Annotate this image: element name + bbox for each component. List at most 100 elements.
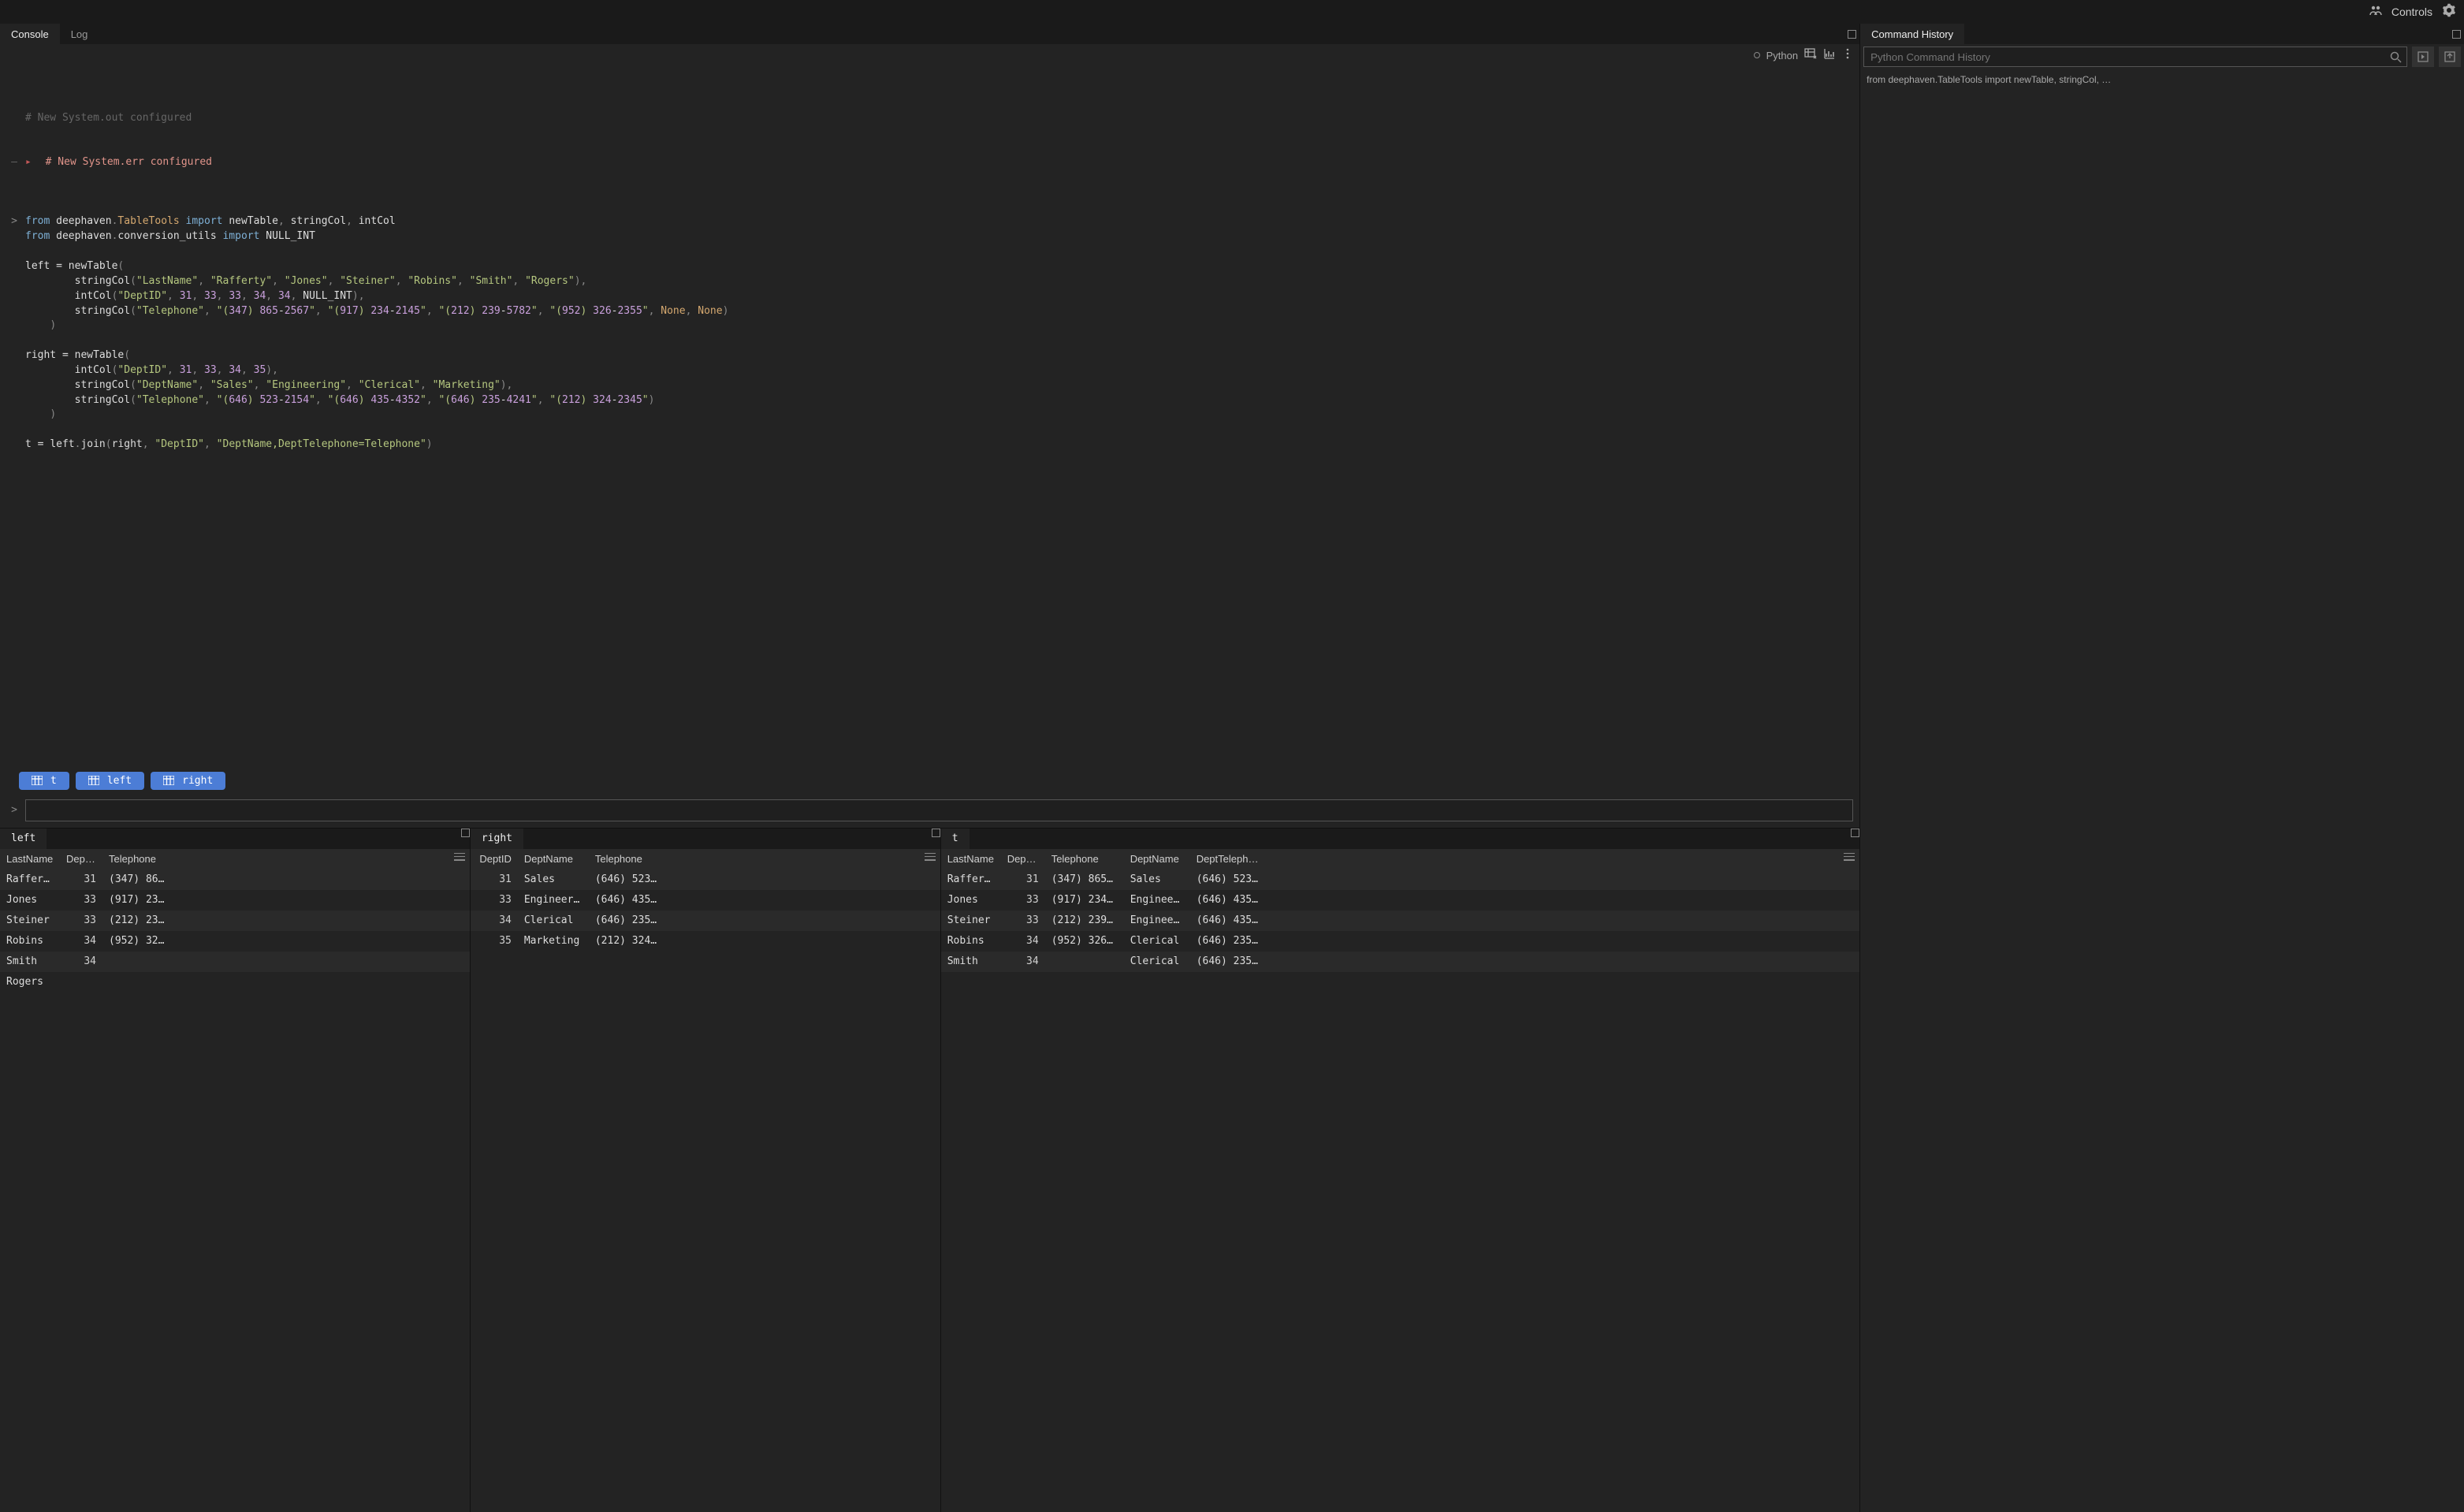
kebab-menu-icon[interactable] [1842,47,1853,63]
maximize-table-icon[interactable] [461,829,470,849]
history-run-icon[interactable] [2412,47,2434,67]
table-cell: (646) 235-4241 [1190,955,1266,967]
column-header[interactable]: DeptTelephone [1190,853,1266,865]
table-cell: 31 [471,873,518,885]
table-tab-left[interactable]: left [0,829,47,849]
column-header[interactable]: DeptID [1001,853,1045,865]
table-row[interactable]: Steiner33(212) 239-5782 [0,911,470,931]
code-line [6,423,1853,438]
table-cell: (917) 234-2145 [102,894,173,906]
table-row[interactable]: Robins34(952) 326-2355Clerical(646) 235-… [941,931,1859,952]
history-export-icon[interactable] [2439,47,2461,67]
table-cell: Clerical [1124,935,1190,947]
column-header[interactable]: LastName [941,853,1001,865]
prior-output-line: # New System.err configured [46,155,212,170]
column-header[interactable]: DeptName [518,853,589,865]
history-toolbar [1860,44,2464,69]
search-icon[interactable] [2389,50,2402,66]
table-cell: 33 [1001,894,1045,906]
repl-input[interactable] [25,799,1853,821]
table-row[interactable]: Rafferty31(347) 865-2567Sales(646) 523-2… [941,870,1859,890]
column-header[interactable]: DeptID [60,853,102,865]
command-history-panel: Command History from deephaven.TableTool… [1860,24,2464,1512]
controls-people-icon[interactable] [2369,4,2382,20]
controls-label[interactable]: Controls [2391,6,2432,18]
result-pill-left[interactable]: left [76,772,144,790]
table-cell: (646) 435-4352 [1190,914,1266,926]
history-list[interactable]: from deephaven.TableTools import newTabl… [1860,69,2464,1512]
table-tab-t[interactable]: t [941,829,970,849]
code-output[interactable]: # New System.out configured –▸ # New Sys… [0,66,1859,767]
table-cell: (212) 239-5782 [1045,914,1124,926]
result-pill-row: tleft right [0,767,1859,796]
history-item[interactable]: from deephaven.TableTools import newTabl… [1867,74,2458,85]
console-area: Python # New System.out configured –▸ # … [0,44,1859,828]
table-row[interactable]: Steiner33(212) 239-5782Engineering(646) … [941,911,1859,931]
result-pill-right[interactable]: right [151,772,225,790]
history-search-input[interactable] [1864,47,2406,66]
table-menu-icon[interactable] [454,853,465,861]
repl-input-row: > [0,796,1859,828]
table-cell: Smith [0,955,60,967]
table-cell: Engineering [1124,894,1190,906]
tab-console[interactable]: Console [0,24,60,44]
column-header[interactable]: LastName [0,853,60,865]
main-area: Console Log Python # [0,24,2464,1512]
maximize-table-icon[interactable] [932,829,940,849]
table-row[interactable]: Smith34 [0,952,470,972]
maximize-history-icon[interactable] [2448,24,2464,44]
table-menu-icon[interactable] [1844,853,1855,861]
left-column: Console Log Python # [0,24,1860,1512]
table-row[interactable]: Smith34Clerical(646) 235-4241 [941,952,1859,972]
code-line: from deephaven.conversion_utils import N… [6,229,1853,244]
table-cell: (646) 523-2154 [589,873,668,885]
column-header[interactable]: Telephone [1045,853,1124,865]
table-menu-icon[interactable] [925,853,936,861]
table-cell: Jones [941,894,1001,906]
table-cell: (646) 235-4241 [589,914,668,926]
table-cell: 33 [471,894,518,906]
table-tab-right[interactable]: right [471,829,523,849]
table-cell: (952) 326-2355 [102,935,173,947]
table-cell: Engineering [518,894,589,906]
table-cell: 34 [1001,935,1045,947]
column-header[interactable]: Telephone [589,853,668,865]
code-line: >from deephaven.TableTools import newTab… [6,214,1853,229]
prompt-icon: > [6,804,17,816]
code-line [6,333,1853,348]
tab-command-history[interactable]: Command History [1860,24,1964,44]
table-cell: Robins [0,935,60,947]
column-header[interactable]: DeptName [1124,853,1190,865]
table-cell: (347) 865-2567 [102,873,173,885]
result-pill-t[interactable]: t [19,772,69,790]
table-row[interactable]: 33Engineering(646) 435-4352 [471,890,940,911]
table-panel-t: tLastNameDeptIDTelephoneDeptNameDeptTele… [941,829,1859,1512]
gear-icon[interactable] [2442,3,2456,20]
table-cell: 33 [60,894,102,906]
column-header[interactable]: Telephone [102,853,173,865]
table-row[interactable]: 34Clerical(646) 235-4241 [471,911,940,931]
table-row[interactable]: Rafferty31(347) 865-2567 [0,870,470,890]
table-cell: Engineering [1124,914,1190,926]
history-search-wrap [1863,47,2407,67]
code-line: stringCol("DeptName", "Sales", "Engineer… [6,378,1853,393]
table-row[interactable]: Robins34(952) 326-2355 [0,931,470,952]
table-header: LastNameDeptIDTelephoneDeptNameDeptTelep… [941,849,1859,870]
table-row[interactable]: 31Sales(646) 523-2154 [471,870,940,890]
console-toolbar: Python [0,44,1859,66]
maximize-table-icon[interactable] [1851,829,1859,849]
table-row[interactable]: 35Marketing(212) 324-2345 [471,931,940,952]
prior-output-line: # New System.out configured [25,111,192,126]
table-cell: 34 [1001,955,1045,967]
table-row[interactable]: Jones33(917) 234-2145 [0,890,470,911]
column-header[interactable]: DeptID [471,853,518,865]
maximize-console-icon[interactable] [1844,24,1859,44]
table-action-icon[interactable] [1804,47,1817,63]
code-line: t = left.join(right, "DeptID", "DeptName… [6,438,1853,452]
table-row[interactable]: Jones33(917) 234-2145Engineering(646) 43… [941,890,1859,911]
table-panel-right: right DeptIDDeptNameTelephone 31Sales(646)… [471,829,941,1512]
table-row[interactable]: Rogers [0,972,470,992]
chart-action-icon[interactable] [1823,47,1836,63]
tab-log[interactable]: Log [60,24,99,44]
table-cell: Rafferty [941,873,1001,885]
